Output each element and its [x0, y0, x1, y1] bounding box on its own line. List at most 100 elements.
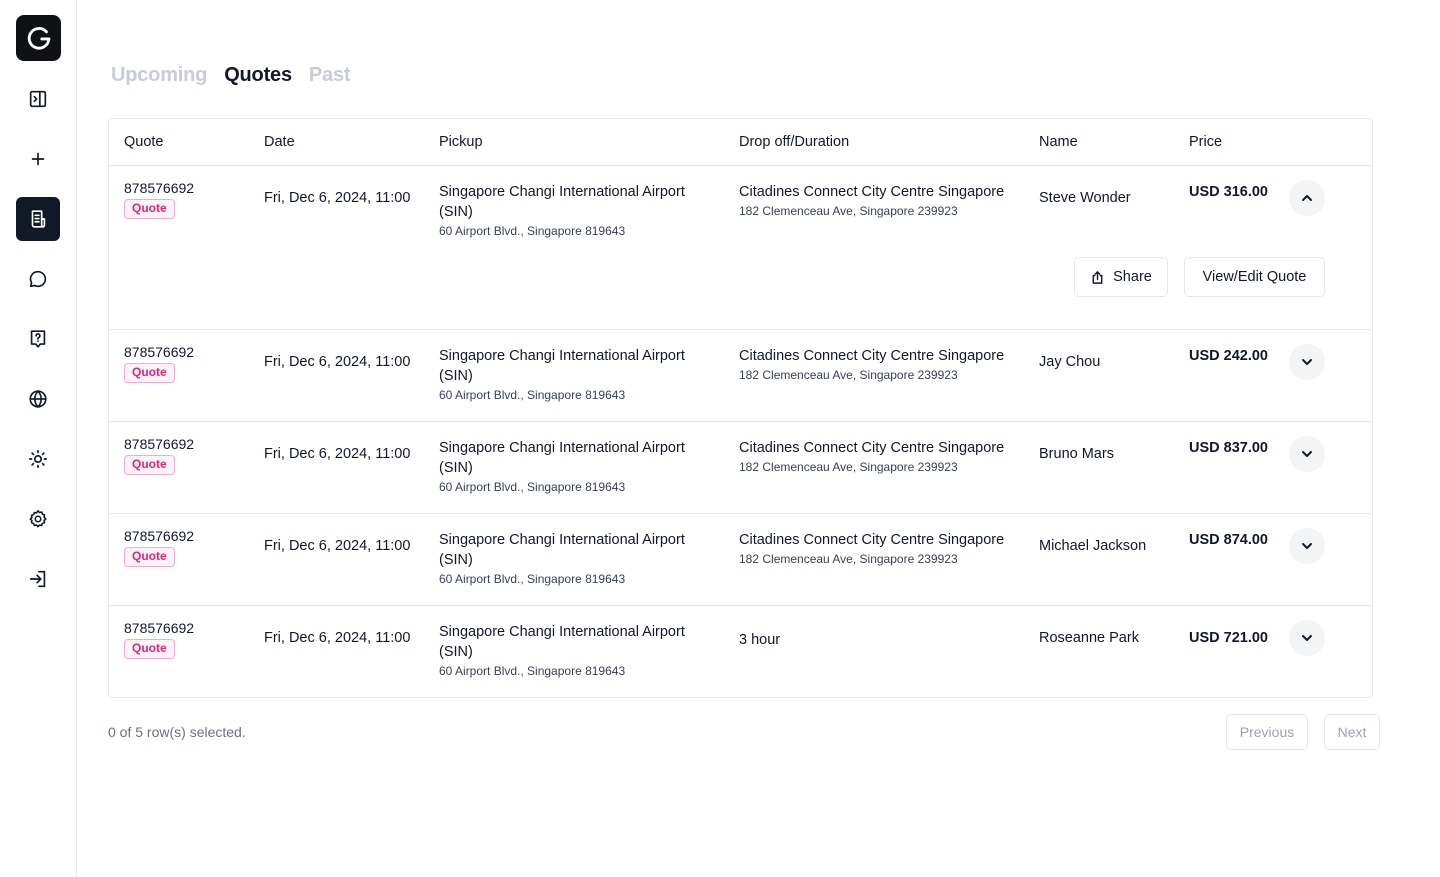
dropoff-name: Citadines Connect City Centre Singapore [739, 348, 1005, 364]
login-nav-button[interactable] [16, 557, 60, 601]
plus-icon [31, 152, 45, 166]
next-page-button[interactable]: Next [1324, 714, 1380, 750]
new-booking-button[interactable] [16, 137, 60, 181]
share-icon [1092, 270, 1103, 284]
expand-row-button[interactable] [1289, 344, 1325, 380]
dropoff-address: 182 Clemenceau Ave, Singapore 239923 [739, 552, 958, 566]
quote-id: 878576692 [124, 620, 195, 636]
collapse-row-button[interactable] [1289, 180, 1325, 216]
pickup-name: Singapore Changi International Airport (… [439, 184, 685, 220]
pickup-name: Singapore Changi International Airport (… [439, 348, 685, 384]
quote-price: USD 242.00 [1189, 348, 1268, 364]
pickup-address: 60 Airport Blvd., Singapore 819643 [439, 224, 626, 238]
selection-status: 0 of 5 row(s) selected. [108, 724, 246, 740]
quote-price: USD 316.00 [1189, 184, 1268, 200]
pickup-address: 60 Airport Blvd., Singapore 819643 [439, 664, 626, 678]
share-button[interactable]: Share [1074, 257, 1168, 297]
status-badge: Quote [124, 199, 175, 219]
pickup-address: 60 Airport Blvd., Singapore 819643 [439, 572, 626, 586]
dropoff-name: Citadines Connect City Centre Singapore [739, 440, 1005, 456]
quote-id: 878576692 [124, 344, 195, 360]
quote-id: 878576692 [124, 180, 195, 196]
table-row[interactable]: 878576692 Quote Fri, Dec 6, 2024, 11:00 … [109, 166, 1372, 330]
status-badge: Quote [124, 363, 175, 383]
logo-icon [27, 27, 50, 50]
view-edit-quote-button[interactable]: View/Edit Quote [1184, 257, 1325, 297]
expand-row-button[interactable] [1289, 436, 1325, 472]
expand-row-button[interactable] [1289, 528, 1325, 564]
dropoff-address: 182 Clemenceau Ave, Singapore 239923 [739, 368, 958, 382]
header-name: Name [1039, 134, 1078, 150]
passenger-name: Steve Wonder [1039, 190, 1131, 206]
sun-icon [28, 449, 48, 469]
header-quote: Quote [124, 134, 164, 150]
pickup-name: Singapore Changi International Airport (… [439, 440, 685, 476]
theme-nav-button[interactable] [16, 437, 60, 481]
messages-nav-button[interactable] [16, 257, 60, 301]
passenger-name: Bruno Mars [1039, 446, 1114, 462]
status-badge: Quote [124, 547, 175, 567]
dropoff-address: 182 Clemenceau Ave, Singapore 239923 [739, 460, 958, 474]
header-price: Price [1189, 134, 1223, 150]
chevron-down-icon [1302, 451, 1312, 457]
passenger-name: Michael Jackson [1039, 538, 1147, 554]
previous-page-button[interactable]: Previous [1226, 714, 1308, 750]
log-in-icon [29, 570, 46, 588]
dropoff-name: Citadines Connect City Centre Singapore [739, 532, 1005, 548]
table-row[interactable]: 878576692 Quote Fri, Dec 6, 2024, 11:00 … [109, 330, 1372, 422]
chevron-up-icon [1302, 195, 1312, 201]
sidebar [0, 0, 77, 877]
pickup-name: Singapore Changi International Airport (… [439, 532, 685, 568]
quote-price: USD 837.00 [1189, 440, 1268, 456]
status-badge: Quote [124, 455, 175, 475]
dropoff-address: 182 Clemenceau Ave, Singapore 239923 [739, 204, 958, 218]
chevron-down-icon [1302, 543, 1312, 549]
quote-id: 878576692 [124, 528, 195, 544]
panel-toggle-icon [29, 90, 47, 108]
trip-date: Fri, Dec 6, 2024, 11:00 [264, 446, 411, 462]
quotes-table: Quote Date Pickup Drop off/Duration Name… [108, 118, 1373, 698]
settings-nav-button[interactable] [16, 497, 60, 541]
gear-icon [29, 509, 47, 528]
dropoff-name: Citadines Connect City Centre Singapore [739, 184, 1005, 200]
dropoff-duration: 3 hour [739, 632, 781, 648]
globe-icon [29, 390, 47, 408]
view-edit-label: View/Edit Quote [1202, 269, 1307, 285]
quotes-nav-button[interactable] [16, 197, 60, 241]
share-label: Share [1113, 269, 1152, 285]
pickup-address: 60 Airport Blvd., Singapore 819643 [439, 480, 626, 494]
table-header: Quote Date Pickup Drop off/Duration Name… [109, 119, 1372, 166]
language-nav-button[interactable] [16, 377, 60, 421]
trip-date: Fri, Dec 6, 2024, 11:00 [264, 630, 411, 646]
header-date: Date [264, 134, 295, 150]
passenger-name: Jay Chou [1039, 354, 1101, 370]
help-nav-button[interactable] [16, 317, 60, 361]
quote-id: 878576692 [124, 436, 195, 452]
receipt-icon [31, 210, 46, 228]
chevron-down-icon [1302, 635, 1312, 641]
quote-price: USD 874.00 [1189, 532, 1268, 548]
trip-date: Fri, Dec 6, 2024, 11:00 [264, 538, 411, 554]
passenger-name: Roseanne Park [1039, 630, 1139, 646]
tab-upcoming[interactable]: Upcoming [111, 64, 207, 87]
tab-past[interactable]: Past [309, 64, 351, 87]
trip-date: Fri, Dec 6, 2024, 11:00 [264, 190, 411, 206]
expand-row-button[interactable] [1289, 620, 1325, 656]
quote-price: USD 721.00 [1189, 630, 1268, 646]
chevron-down-icon [1302, 359, 1312, 365]
pickup-address: 60 Airport Blvd., Singapore 819643 [439, 388, 626, 402]
status-badge: Quote [124, 639, 175, 659]
booking-tabs: Upcoming Quotes Past [111, 64, 351, 87]
table-row[interactable]: 878576692 Quote Fri, Dec 6, 2024, 11:00 … [109, 514, 1372, 606]
panel-toggle-button[interactable] [16, 77, 60, 121]
tab-quotes[interactable]: Quotes [224, 64, 292, 87]
trip-date: Fri, Dec 6, 2024, 11:00 [264, 354, 411, 370]
pickup-name: Singapore Changi International Airport (… [439, 624, 685, 660]
help-icon [30, 330, 46, 348]
app-logo[interactable] [16, 15, 61, 61]
table-row[interactable]: 878576692 Quote Fri, Dec 6, 2024, 11:00 … [109, 606, 1372, 697]
header-dropoff: Drop off/Duration [739, 134, 850, 150]
chat-bubble-icon [29, 270, 47, 288]
table-row[interactable]: 878576692 Quote Fri, Dec 6, 2024, 11:00 … [109, 422, 1372, 514]
header-pickup: Pickup [439, 134, 483, 150]
